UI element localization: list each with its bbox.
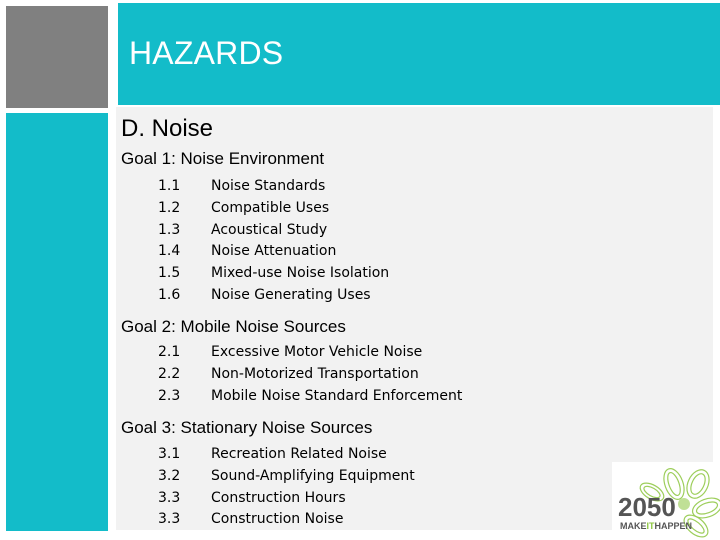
item-number: 2.2 — [158, 365, 181, 382]
item-label: Compatible Uses — [211, 199, 330, 216]
item-label: Sound-Amplifying Equipment — [211, 467, 415, 484]
item-label: Recreation Related Noise — [211, 446, 387, 462]
item-label: Construction Noise — [211, 511, 344, 528]
item-number: 2.3 — [158, 387, 181, 404]
goal-heading: Goal 3: Stationary Noise Sources — [121, 418, 373, 437]
item-number: 1.1 — [158, 178, 181, 194]
item-label: Mixed-use Noise Isolation — [211, 265, 390, 282]
item-label: Construction Hours — [211, 489, 346, 506]
item-number: 3.3 — [158, 511, 181, 528]
item-number: 1.4 — [158, 243, 181, 260]
title-bar: HAZARDS — [118, 3, 720, 105]
leaf-flower-icon: 2050 MAKEITHAPPEN — [618, 468, 720, 538]
slide-title: HAZARDS — [129, 35, 284, 71]
decorative-gray-block — [6, 6, 108, 108]
item-number: 1.3 — [158, 221, 181, 238]
item-number: 3.3 — [158, 489, 181, 506]
item-label: Noise Generating Uses — [211, 286, 371, 303]
item-number: 2.1 — [158, 344, 181, 360]
goal-heading: Goal 2: Mobile Noise Sources — [121, 317, 346, 336]
item-label: Noise Standards — [211, 178, 326, 194]
item-number: 1.5 — [158, 265, 181, 282]
logo-year: 2050 — [618, 492, 676, 522]
logo-2050: 2050 MAKEITHAPPEN — [612, 462, 720, 540]
logo-tagline: MAKEITHAPPEN — [620, 521, 692, 531]
item-label: Excessive Motor Vehicle Noise — [211, 344, 423, 360]
decorative-accent-column — [6, 113, 108, 531]
item-label: Acoustical Study — [211, 221, 328, 238]
section-title: D. Noise — [121, 115, 214, 142]
item-label: Mobile Noise Standard Enforcement — [211, 387, 463, 404]
item-label: Non-Motorized Transportation — [211, 365, 419, 382]
item-number: 3.1 — [158, 446, 181, 462]
item-number: 1.2 — [158, 199, 181, 216]
goal-heading: Goal 1: Noise Environment — [121, 149, 325, 168]
item-label: Noise Attenuation — [211, 243, 337, 260]
item-number: 3.2 — [158, 467, 181, 484]
item-number: 1.6 — [158, 286, 181, 303]
